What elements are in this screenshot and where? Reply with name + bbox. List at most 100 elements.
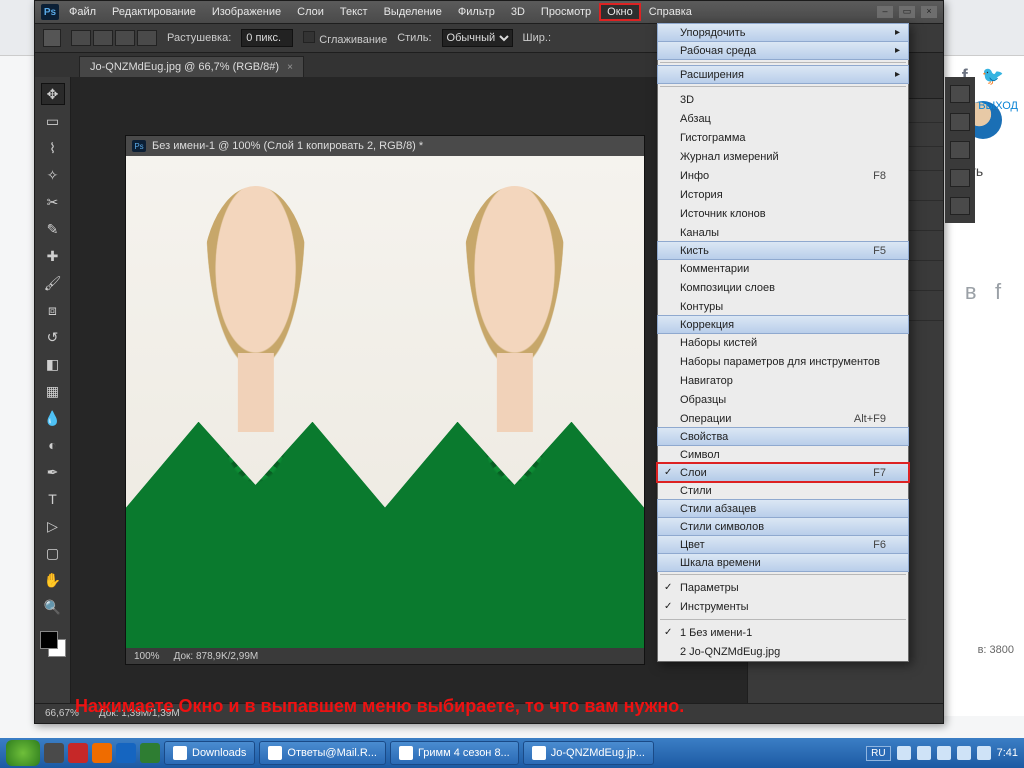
menu-окно[interactable]: Окно	[599, 3, 641, 21]
menu-item[interactable]: 2 Jo-QNZMdEug.jpg	[658, 642, 908, 661]
menu-item[interactable]: ЦветF6	[657, 535, 909, 554]
panel-icon[interactable]	[950, 141, 970, 159]
tray-icon[interactable]	[897, 746, 911, 760]
heal-tool[interactable]: ✚	[41, 245, 65, 267]
menu-слои[interactable]: Слои	[289, 3, 332, 21]
menu-item[interactable]: ✓Параметры	[658, 578, 908, 597]
menu-item[interactable]: История	[658, 185, 908, 204]
eraser-tool[interactable]: ◧	[41, 353, 65, 375]
tray-icon[interactable]	[937, 746, 951, 760]
menu-изображение[interactable]: Изображение	[204, 3, 289, 21]
menu-редактирование[interactable]: Редактирование	[104, 3, 204, 21]
menu-item[interactable]: Свойства	[657, 427, 909, 446]
wand-tool[interactable]: ✧	[41, 164, 65, 186]
menu-item[interactable]: Навигатор	[658, 371, 908, 390]
menu-3d[interactable]: 3D	[503, 3, 533, 21]
menu-фильтр[interactable]: Фильтр	[450, 3, 503, 21]
menu-текст[interactable]: Текст	[332, 3, 376, 21]
dodge-tool[interactable]: ◐	[41, 434, 65, 456]
tray-icon[interactable]	[957, 746, 971, 760]
taskbar-item[interactable]: Гримм 4 сезон 8...	[390, 741, 519, 765]
panel-icon[interactable]	[950, 169, 970, 187]
menu-item[interactable]: Источник клонов	[658, 204, 908, 223]
path-tool[interactable]: ▷	[41, 515, 65, 537]
clock[interactable]: 7:41	[997, 747, 1018, 759]
menu-выделение[interactable]: Выделение	[376, 3, 450, 21]
shape-tool[interactable]: ▢	[41, 542, 65, 564]
taskbar-item[interactable]: Jo-QNZMdEug.jp...	[523, 741, 654, 765]
menu-item[interactable]: Стили символов	[657, 517, 909, 536]
brush-tool[interactable]: 🖌	[41, 272, 65, 294]
blur-tool[interactable]: 💧	[41, 407, 65, 429]
crop-tool[interactable]: ✂	[41, 191, 65, 213]
stamp-tool[interactable]: ⧈	[41, 299, 65, 321]
menu-item[interactable]: Комментарии	[658, 259, 908, 278]
gradient-tool[interactable]: ▦	[41, 380, 65, 402]
move-tool[interactable]: ✥	[41, 83, 65, 105]
menu-item[interactable]: ✓1 Без имени-1	[658, 623, 908, 642]
menu-item[interactable]: Коррекция	[657, 315, 909, 334]
tw-icon[interactable]: 🐦	[982, 66, 1004, 87]
panel-icon[interactable]	[950, 197, 970, 215]
start-button[interactable]	[6, 740, 40, 766]
menu-item[interactable]: ✓СлоиF7	[656, 462, 910, 483]
panel-icon[interactable]	[950, 113, 970, 131]
quick-launch-icon[interactable]	[140, 743, 160, 763]
quick-launch-icon[interactable]	[68, 743, 88, 763]
taskbar-item[interactable]: Ответы@Mail.R...	[259, 741, 386, 765]
menu-item[interactable]: ✓Инструменты	[658, 597, 908, 616]
menu-просмотр[interactable]: Просмотр	[533, 3, 599, 21]
panel-icon[interactable]	[950, 85, 970, 103]
menu-справка[interactable]: Справка	[641, 3, 700, 21]
menu-item[interactable]: Контуры	[658, 297, 908, 316]
inner-zoom[interactable]: 100%	[134, 651, 160, 662]
document-tab[interactable]: Jo-QNZMdEug.jpg @ 66,7% (RGB/8#) ×	[79, 56, 304, 77]
menu-item[interactable]: Рабочая среда	[657, 41, 909, 60]
menu-item[interactable]: Абзац	[658, 109, 908, 128]
antialias-checkbox[interactable]	[303, 31, 315, 43]
style-select[interactable]: Обычный	[442, 29, 513, 47]
lasso-tool[interactable]: ⌇	[41, 137, 65, 159]
menu-item[interactable]: Наборы параметров для инструментов	[658, 352, 908, 371]
menu-item[interactable]: Образцы	[658, 390, 908, 409]
tool-preset-icon[interactable]	[43, 29, 61, 47]
menu-item[interactable]: Гистограмма	[658, 128, 908, 147]
marquee-tool[interactable]: ▭	[41, 110, 65, 132]
menu-item[interactable]: Расширения	[657, 65, 909, 84]
close-tab-icon[interactable]: ×	[287, 62, 293, 73]
menu-item[interactable]: Наборы кистей	[658, 333, 908, 352]
hand-tool[interactable]: ✋	[41, 569, 65, 591]
menu-item[interactable]: ИнфоF8	[658, 166, 908, 185]
menu-item[interactable]: Шкала времени	[657, 553, 909, 572]
menu-item[interactable]: 3D	[658, 90, 908, 109]
quick-launch-icon[interactable]	[92, 743, 112, 763]
menu-item[interactable]: Журнал измерений	[658, 147, 908, 166]
history-brush-tool[interactable]: ↺	[41, 326, 65, 348]
eyedropper-tool[interactable]: ✎	[41, 218, 65, 240]
floating-document[interactable]: Ps Без имени-1 @ 100% (Слой 1 копировать…	[125, 135, 645, 665]
menu-item[interactable]: Композиции слоев	[658, 278, 908, 297]
quick-launch-icon[interactable]	[116, 743, 136, 763]
foreground-background-colors[interactable]	[40, 631, 66, 657]
menu-item[interactable]: Стили	[658, 481, 908, 500]
language-indicator[interactable]: RU	[866, 746, 890, 761]
close-button[interactable]: ×	[921, 6, 937, 18]
type-tool[interactable]: T	[41, 488, 65, 510]
minimize-button[interactable]: –	[877, 6, 893, 18]
tray-icon[interactable]	[977, 746, 991, 760]
tray-icon[interactable]	[917, 746, 931, 760]
maximize-button[interactable]: ▭	[899, 6, 915, 18]
menu-item[interactable]: Упорядочить	[657, 23, 909, 42]
logout-link[interactable]: ВЫХОД	[978, 100, 1018, 112]
pen-tool[interactable]: ✒	[41, 461, 65, 483]
quick-launch-icon[interactable]	[44, 743, 64, 763]
feather-input[interactable]	[241, 29, 293, 47]
taskbar-item[interactable]: Downloads	[164, 741, 255, 765]
menu-item[interactable]: ОперацииAlt+F9	[658, 409, 908, 428]
status-zoom[interactable]: 66,67%	[45, 708, 79, 719]
menu-файл[interactable]: Файл	[61, 3, 104, 21]
menu-item[interactable]: КистьF5	[657, 241, 909, 260]
menu-item[interactable]: Каналы	[658, 223, 908, 242]
zoom-tool[interactable]: 🔍	[41, 596, 65, 618]
menu-item[interactable]: Стили абзацев	[657, 499, 909, 518]
